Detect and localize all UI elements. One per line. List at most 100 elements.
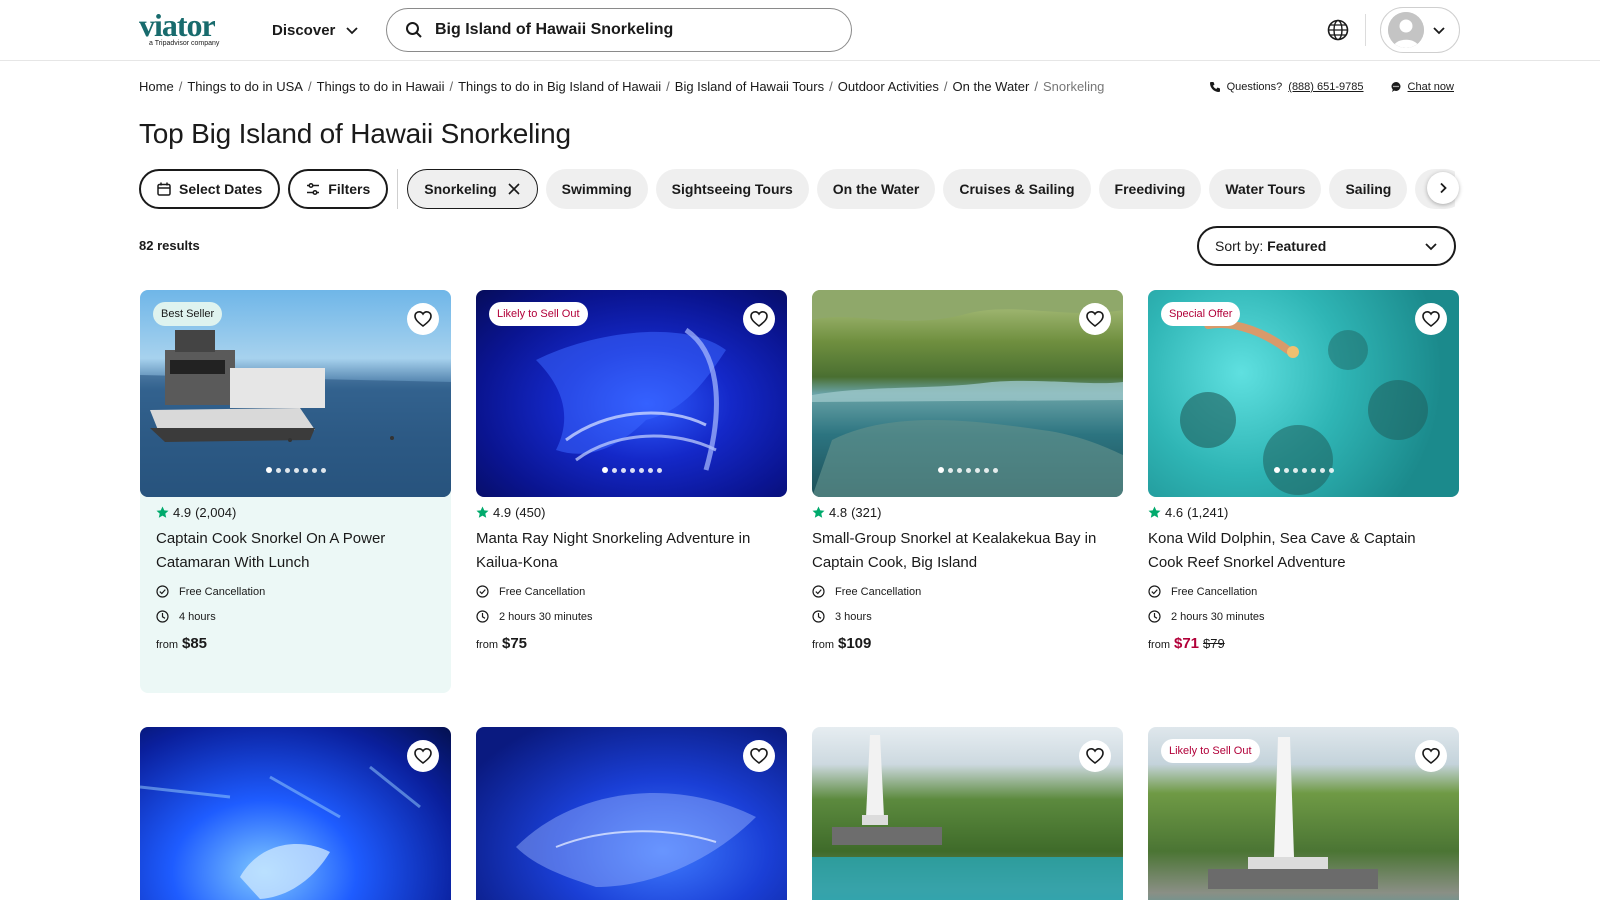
wishlist-button[interactable] <box>1079 740 1111 772</box>
product-card[interactable]: Special Offer 4.6 (1,241) Kona Wild Dolp… <box>1148 290 1459 652</box>
close-icon[interactable] <box>507 182 521 196</box>
price: from $71 $79 <box>1148 635 1459 652</box>
duration: 2 hours 30 minutes <box>476 610 787 623</box>
chat-now-link[interactable]: Chat now <box>1390 81 1454 93</box>
breadcrumb-separator: / <box>178 79 183 94</box>
breadcrumb-item[interactable]: Things to do in Hawaii <box>317 79 445 94</box>
sort-text: Sort by: Featured <box>1215 238 1326 254</box>
breadcrumb-item[interactable]: On the Water <box>953 79 1030 94</box>
chip-snorkeling-active[interactable]: Snorkeling <box>407 169 538 209</box>
wishlist-button[interactable] <box>407 303 439 335</box>
product-card[interactable]: 4.8 (321) Small-Group Snorkel at Kealake… <box>812 290 1123 652</box>
account-menu[interactable] <box>1380 7 1460 53</box>
product-image[interactable] <box>812 290 1123 497</box>
product-image[interactable]: Special Offer <box>1148 290 1459 497</box>
sort-dropdown[interactable]: Sort by: Featured <box>1197 226 1456 266</box>
product-image[interactable] <box>140 727 451 900</box>
rating: 4.9 (450) <box>476 505 787 520</box>
heart-icon <box>750 310 768 328</box>
wishlist-button[interactable] <box>743 740 775 772</box>
chat-now-label[interactable]: Chat now <box>1408 81 1454 93</box>
price-original: $79 <box>1203 636 1225 651</box>
filters-button[interactable]: Filters <box>288 169 389 209</box>
card-body: 4.6 (1,241) Kona Wild Dolphin, Sea Cave … <box>1148 497 1459 652</box>
wishlist-button[interactable] <box>407 740 439 772</box>
chip-cruises-sailing[interactable]: Cruises & Sailing <box>943 169 1091 209</box>
breadcrumb-item[interactable]: Outdoor Activities <box>838 79 939 94</box>
viator-logo[interactable]: viator a Tripadvisor company <box>139 9 243 50</box>
chip-swimming[interactable]: Swimming <box>545 169 648 209</box>
breadcrumb-item[interactable]: Big Island of Hawaii Tours <box>675 79 824 94</box>
image-carousel-dots[interactable] <box>812 467 1123 473</box>
product-image[interactable]: Likely to Sell Out <box>476 290 787 497</box>
filter-divider <box>397 169 399 209</box>
cancellation-text: Free Cancellation <box>835 585 922 598</box>
breadcrumb-item[interactable]: Things to do in Big Island of Hawaii <box>458 79 661 94</box>
check-circle-icon <box>812 585 825 598</box>
search-input[interactable] <box>435 21 835 39</box>
free-cancellation: Free Cancellation <box>156 585 439 598</box>
star-icon <box>156 506 169 518</box>
price-amount-sale: $71 <box>1174 635 1200 652</box>
wishlist-button[interactable] <box>1415 303 1447 335</box>
select-dates-button[interactable]: Select Dates <box>139 169 281 209</box>
breadcrumb-separator: / <box>666 79 670 94</box>
heart-icon <box>1422 747 1440 765</box>
wishlist-button[interactable] <box>1415 740 1447 772</box>
product-image[interactable]: Best Seller <box>140 290 451 497</box>
monument-illustration <box>812 735 1123 900</box>
check-circle-icon <box>1148 585 1161 598</box>
image-carousel-dots[interactable] <box>476 467 787 473</box>
chip-sailing[interactable]: Sailing <box>1329 169 1408 209</box>
breadcrumb: Home / Things to do in USA / Things to do … <box>139 79 1104 94</box>
review-count: (2,004) <box>195 505 237 520</box>
sort-prefix: Sort by: <box>1215 238 1264 254</box>
product-card[interactable]: Likely to Sell Out <box>1148 727 1459 900</box>
product-card[interactable] <box>140 727 451 900</box>
wishlist-button[interactable] <box>1079 303 1111 335</box>
image-carousel-dots[interactable] <box>140 467 451 473</box>
product-title[interactable]: Kona Wild Dolphin, Sea Cave & Captain Co… <box>1148 527 1448 575</box>
sliders-icon <box>307 182 320 196</box>
heart-icon <box>414 747 432 765</box>
breadcrumb-item[interactable]: Things to do in USA <box>187 79 303 94</box>
product-card[interactable]: Best Seller 4.9 (2,004) Captain Cook Sno… <box>140 290 451 693</box>
breadcrumb-item[interactable]: Home <box>139 79 174 94</box>
product-image[interactable]: Likely to Sell Out <box>1148 727 1459 900</box>
results-count: 82 results <box>139 238 200 253</box>
image-carousel-dots[interactable] <box>1148 467 1459 473</box>
heart-icon <box>1086 747 1104 765</box>
review-count: (450) <box>515 505 546 520</box>
page-title: Top Big Island of Hawaii Snorkeling <box>139 118 571 149</box>
rating: 4.6 (1,241) <box>1148 505 1459 520</box>
chip-freediving[interactable]: Freediving <box>1098 169 1202 209</box>
product-card[interactable] <box>476 727 787 900</box>
clock-icon <box>156 610 169 623</box>
top-header: viator a Tripadvisor company Discover <box>0 0 1600 61</box>
free-cancellation: Free Cancellation <box>812 585 1123 598</box>
heart-icon <box>1086 310 1104 328</box>
duration: 4 hours <box>156 610 439 623</box>
breadcrumb-separator: / <box>307 79 312 94</box>
search-bar[interactable] <box>386 8 852 52</box>
phone-link[interactable]: (888) 651-9785 <box>1288 81 1363 93</box>
product-title[interactable]: Captain Cook Snorkel On A Power Catamara… <box>156 527 456 575</box>
product-image[interactable] <box>812 727 1123 900</box>
globe-icon[interactable] <box>1326 18 1350 42</box>
product-title[interactable]: Small-Group Snorkel at Kealakekua Bay in… <box>812 527 1112 575</box>
chevron-right-icon <box>1440 182 1447 194</box>
product-image[interactable] <box>476 727 787 900</box>
chip-on-the-water[interactable]: On the Water <box>816 169 936 209</box>
chips-next-button[interactable] <box>1427 172 1459 204</box>
product-card[interactable] <box>812 727 1123 900</box>
chip-water-tours[interactable]: Water Tours <box>1209 169 1322 209</box>
calendar-icon <box>157 182 171 196</box>
cancellation-text: Free Cancellation <box>179 585 266 598</box>
wishlist-button[interactable] <box>743 303 775 335</box>
logo-tagline: a Tripadvisor company <box>149 40 220 47</box>
chevron-down-icon <box>346 27 359 35</box>
chip-sightseeing-tours[interactable]: Sightseeing Tours <box>655 169 809 209</box>
product-title[interactable]: Manta Ray Night Snorkeling Adventure in … <box>476 527 776 575</box>
discover-menu[interactable]: Discover <box>272 18 359 42</box>
product-card[interactable]: Likely to Sell Out 4.9 (450) Manta Ray N… <box>476 290 787 652</box>
